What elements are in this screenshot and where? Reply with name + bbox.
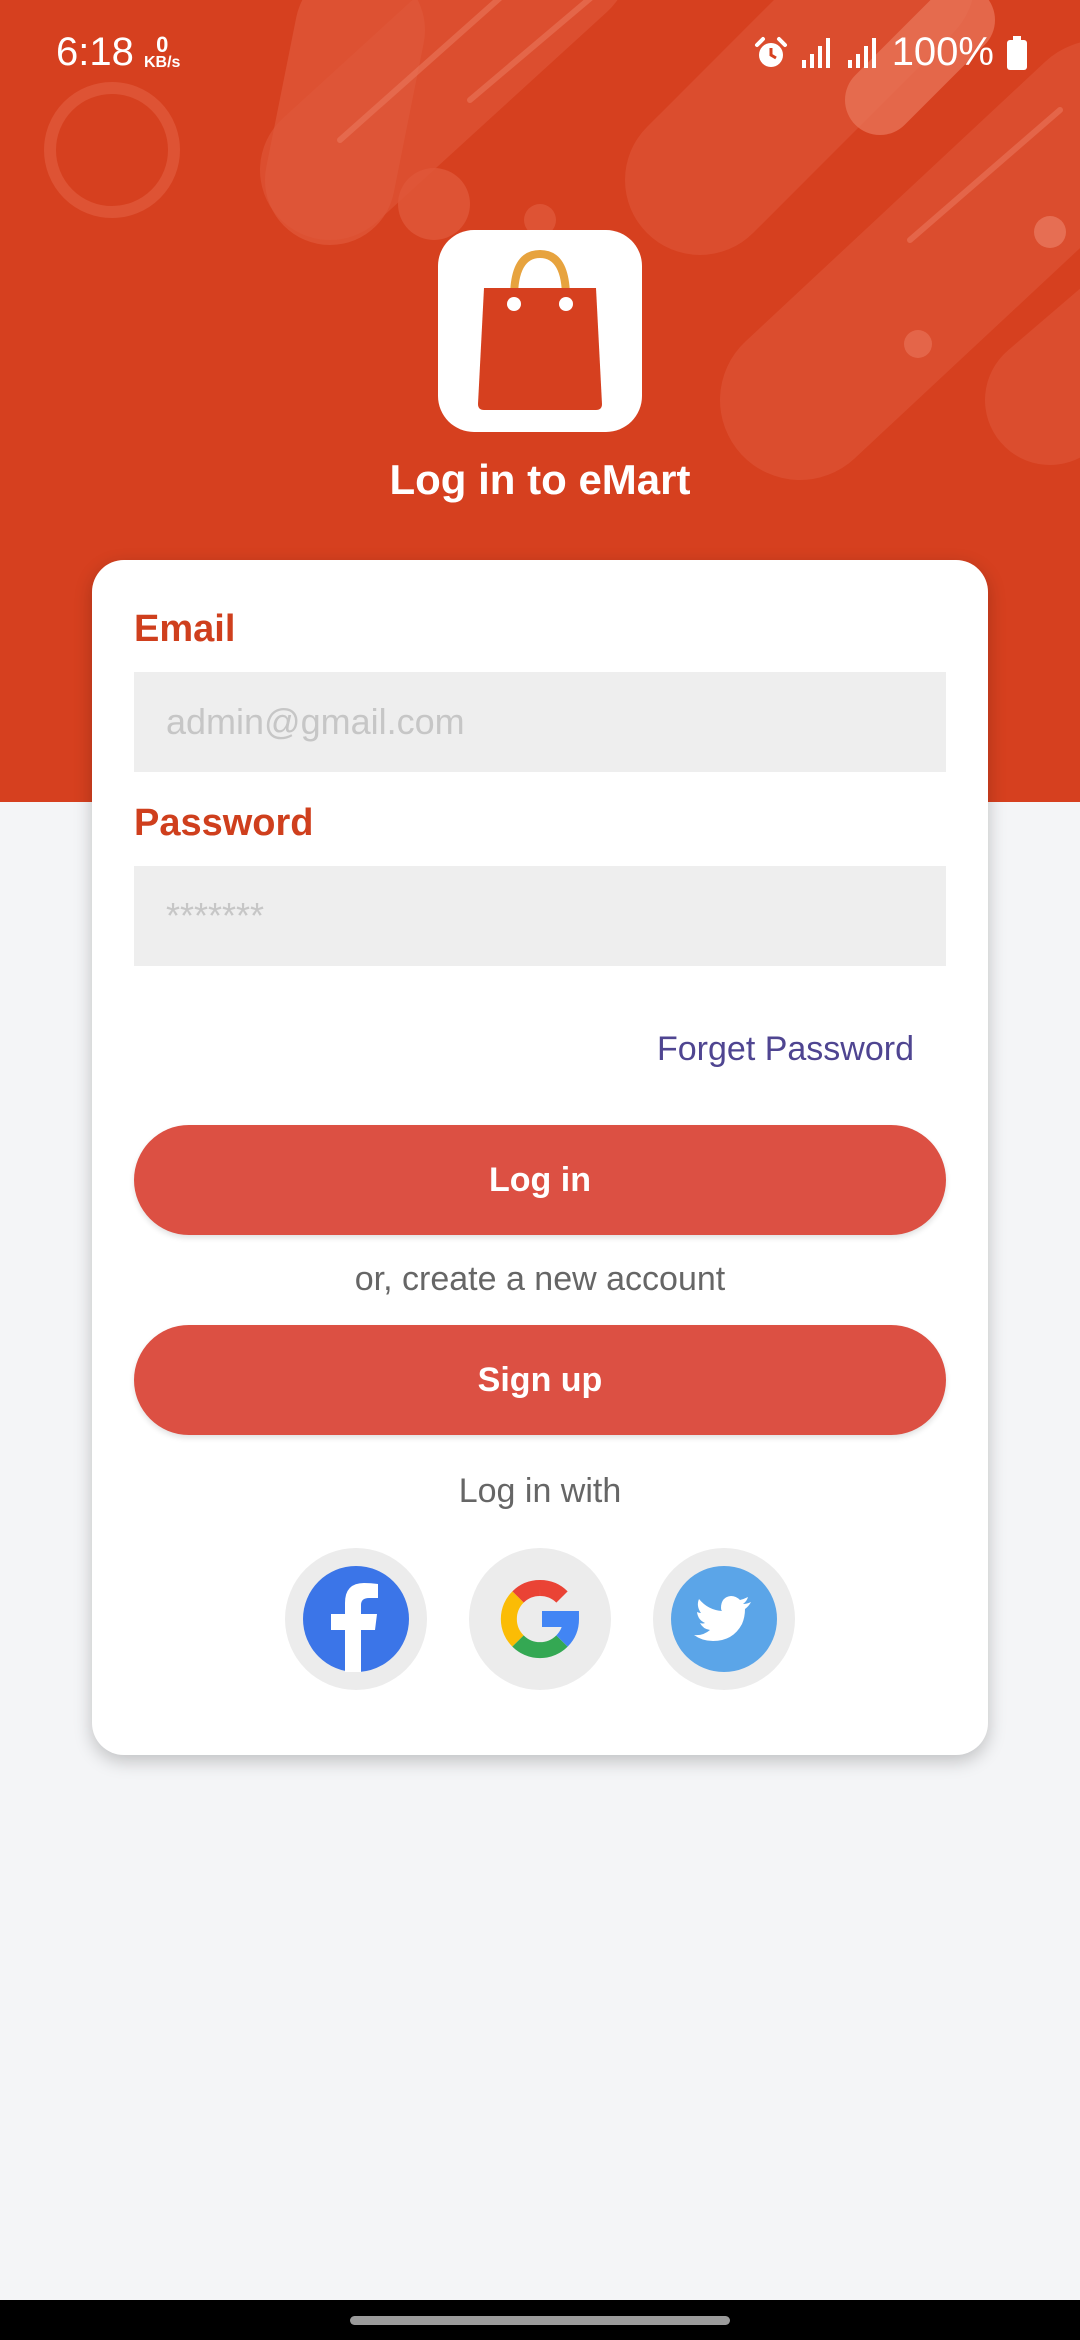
signal-icon <box>801 37 830 68</box>
shopping-bag-icon <box>478 249 602 410</box>
signup-button-label: Sign up <box>477 1360 603 1399</box>
status-time: 6:18 <box>56 30 134 74</box>
email-label: Email <box>134 608 236 650</box>
twitter-icon <box>671 1566 777 1672</box>
status-bar: 6:18 0 KB/s 100% <box>0 0 1080 110</box>
battery-icon <box>1007 35 1027 70</box>
google-icon <box>500 1579 580 1659</box>
facebook-icon <box>303 1566 409 1672</box>
app-logo <box>438 230 642 432</box>
google-login-button[interactable] <box>469 1548 611 1690</box>
facebook-login-button[interactable] <box>285 1548 427 1690</box>
home-gesture-handle[interactable] <box>350 2316 730 2325</box>
password-label: Password <box>134 802 314 844</box>
net-speed-value: 0 <box>156 32 169 57</box>
net-speed: 0 KB/s <box>144 32 181 72</box>
create-account-text: or, create a new account <box>354 1260 726 1298</box>
battery-percent: 100% <box>891 30 994 74</box>
signal-icon <box>847 37 876 68</box>
twitter-login-button[interactable] <box>653 1548 795 1690</box>
email-field[interactable] <box>134 672 946 772</box>
login-button[interactable]: Log in <box>134 1125 946 1235</box>
navigation-bar <box>0 2300 1080 2340</box>
page-title: Log in to eMart <box>389 456 691 503</box>
login-with-text: Log in with <box>458 1472 622 1510</box>
login-card: Email Password Forget Password Log in or… <box>92 560 988 1755</box>
forgot-password-link[interactable]: Forget Password <box>657 1030 914 1069</box>
alarm-icon <box>754 36 787 67</box>
status-icons: 100% <box>754 30 1028 75</box>
password-field[interactable] <box>134 866 946 966</box>
net-speed-unit: KB/s <box>144 54 181 71</box>
signup-button[interactable]: Sign up <box>134 1325 946 1435</box>
login-button-label: Log in <box>489 1160 591 1199</box>
